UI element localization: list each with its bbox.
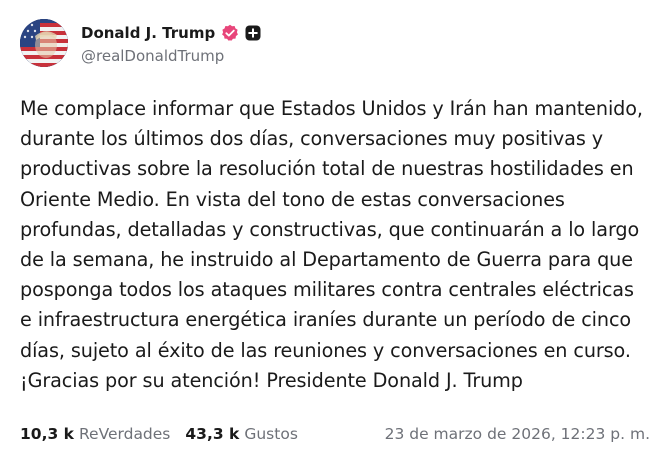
- post-footer: 10,3 k ReVerdades 43,3 k Gustos 23 de ma…: [20, 421, 650, 447]
- verified-badge-icon: [221, 24, 239, 42]
- avatar-image: [20, 19, 68, 67]
- reposts-stat[interactable]: 10,3 k ReVerdades: [20, 425, 170, 443]
- likes-label: Gustos: [244, 425, 298, 443]
- name-row: Donald J. Trump: [81, 22, 261, 44]
- author-handle[interactable]: @realDonaldTrump: [81, 47, 261, 65]
- post-header: Donald J. Trump @realDonaldTrump: [20, 18, 261, 68]
- likes-count: 43,3 k: [185, 425, 240, 443]
- reposts-label: ReVerdades: [78, 425, 171, 443]
- reposts-count: 10,3 k: [20, 425, 74, 443]
- post-timestamp[interactable]: 23 de marzo de 2026, 12:23 p. m.: [385, 425, 650, 443]
- avatar[interactable]: [20, 19, 68, 67]
- plus-icon: [245, 25, 261, 41]
- post-body-text: Me complace informar que Estados Unidos …: [20, 97, 643, 392]
- author-names: Donald J. Trump @realDonaldTrump: [81, 22, 261, 65]
- author-display-name[interactable]: Donald J. Trump: [81, 24, 215, 42]
- likes-stat[interactable]: 43,3 k Gustos: [185, 425, 298, 443]
